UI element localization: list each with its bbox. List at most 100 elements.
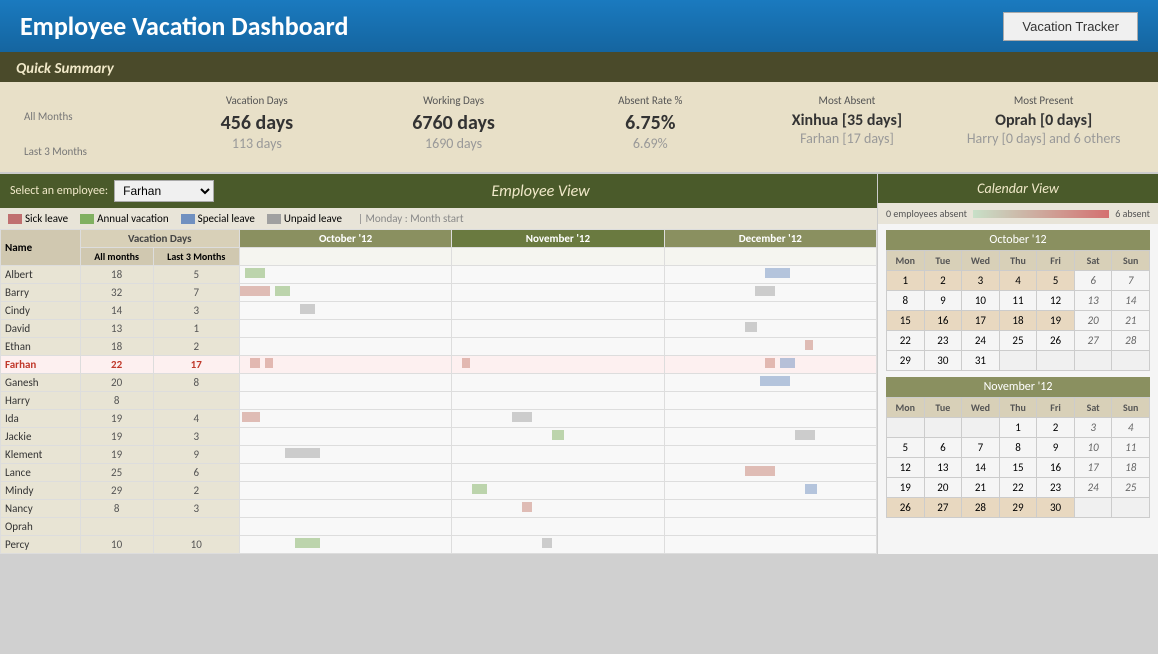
- cal-day: [1112, 498, 1150, 518]
- table-row: Lance256: [1, 464, 877, 482]
- table-row: Cindy143: [1, 302, 877, 320]
- vacation-bar: [760, 376, 790, 386]
- cal-day: 28: [1112, 331, 1150, 351]
- cal-day: 31: [962, 351, 1000, 371]
- cal-day: 29: [1000, 498, 1038, 518]
- cal-day: 29: [887, 351, 925, 371]
- bar-cell: [239, 266, 451, 284]
- cal-day: [887, 418, 925, 438]
- employee-name: Nancy: [1, 500, 81, 518]
- table-row: David131: [1, 320, 877, 338]
- all-months-most-present: Oprah [0 days]: [953, 111, 1134, 130]
- bar-cell: [664, 356, 876, 374]
- cal-header-cell: Sat: [1075, 251, 1113, 271]
- bar-cell: [452, 536, 664, 554]
- cal-day: 28: [962, 498, 1000, 518]
- summary-grid: All Months Last 3 Months Vacation Days 4…: [0, 82, 1158, 174]
- last3-value: [153, 392, 239, 410]
- cal-day: 13: [1075, 291, 1113, 311]
- table-row: Klement199: [1, 446, 877, 464]
- bar-cell: [452, 356, 664, 374]
- table-row: Ida194: [1, 410, 877, 428]
- bar-cell: [239, 320, 451, 338]
- bar-cell: [452, 464, 664, 482]
- vacation-bar: [745, 466, 775, 476]
- employee-select[interactable]: Farhan Albert Barry: [114, 180, 214, 202]
- bar-cell: [664, 302, 876, 320]
- vacation-bar: [795, 430, 815, 440]
- cal-day: 19: [887, 478, 925, 498]
- all-months-value: 32: [80, 284, 153, 302]
- working-days-header: Working Days: [363, 94, 544, 107]
- november-grid: MonTueWedThuFriSatSun1234567891011121314…: [886, 397, 1150, 518]
- cal-day: 10: [1075, 438, 1113, 458]
- bar-cell: [239, 302, 451, 320]
- most-absent-header: Most Absent: [757, 94, 938, 107]
- cal-day: 13: [925, 458, 963, 478]
- cal-day: [1075, 498, 1113, 518]
- bar-cell: [452, 338, 664, 356]
- employee-name: David: [1, 320, 81, 338]
- cal-day: 19: [1037, 311, 1075, 331]
- annual-vacation-color: [80, 214, 94, 224]
- november-calendar: November '12 MonTueWedThuFriSatSun123456…: [886, 377, 1150, 518]
- annual-vacation-legend: Annual vacation: [80, 212, 169, 225]
- cal-day: 18: [1000, 311, 1038, 331]
- table-row: Harry8: [1, 392, 877, 410]
- cal-day: 23: [925, 331, 963, 351]
- bar-cell: [452, 428, 664, 446]
- absence-bar-container: 0 employees absent 6 absent: [878, 203, 1158, 224]
- bar-cell: [452, 518, 664, 536]
- bar-cell: [452, 320, 664, 338]
- employee-name: Farhan: [1, 356, 81, 374]
- last3-value: 1: [153, 320, 239, 338]
- all-months-value: 19: [80, 446, 153, 464]
- all-months-value: 18: [80, 338, 153, 356]
- cal-day: 16: [925, 311, 963, 331]
- bar-cell: [239, 410, 451, 428]
- all-months-value: [80, 518, 153, 536]
- cal-day: 21: [962, 478, 1000, 498]
- th-nov-bar: [452, 248, 664, 266]
- th-dec-bar: [664, 248, 876, 266]
- vacation-bar: [765, 268, 790, 278]
- table-row: Albert185: [1, 266, 877, 284]
- last3-value: 4: [153, 410, 239, 428]
- all-months-value: 29: [80, 482, 153, 500]
- vacation-days-header: Vacation Days: [166, 94, 347, 107]
- cal-day: 12: [1037, 291, 1075, 311]
- cal-day: 20: [925, 478, 963, 498]
- cal-header-cell: Tue: [925, 251, 963, 271]
- most-present-col: Most Present Oprah [0 days] Harry [0 day…: [945, 90, 1142, 164]
- table-row: Nancy83: [1, 500, 877, 518]
- bar-cell: [239, 518, 451, 536]
- cal-day: 10: [962, 291, 1000, 311]
- cal-day: 22: [1000, 478, 1038, 498]
- last-3-months-label: Last 3 Months: [24, 143, 150, 160]
- vacation-bar: [245, 268, 265, 278]
- table-area[interactable]: Name Vacation Days October '12 November …: [0, 229, 877, 554]
- last3-most-absent: Farhan [17 days]: [757, 130, 938, 147]
- vacation-tracker-button[interactable]: Vacation Tracker: [1003, 12, 1138, 41]
- cal-header-cell: Mon: [887, 398, 925, 418]
- th-nov: November '12: [452, 230, 664, 248]
- all-months-value: 19: [80, 428, 153, 446]
- bar-cell: [664, 518, 876, 536]
- cal-day: 7: [962, 438, 1000, 458]
- special-leave-legend: Special leave: [181, 212, 255, 225]
- absence-bar-left: 0 employees absent: [886, 207, 967, 220]
- right-panel: Calendar View 0 employees absent 6 absen…: [878, 174, 1158, 554]
- cal-day: 18: [1112, 458, 1150, 478]
- cal-header-cell: Sun: [1112, 398, 1150, 418]
- last3-vacation: 113 days: [166, 135, 347, 152]
- vacation-bar: [552, 430, 564, 440]
- october-calendar: October '12 MonTueWedThuFriSatSun1234567…: [886, 230, 1150, 371]
- summary-labels-col: All Months Last 3 Months: [16, 90, 158, 164]
- bar-cell: [664, 392, 876, 410]
- all-months-value: 10: [80, 536, 153, 554]
- cal-header-cell: Wed: [962, 398, 1000, 418]
- quick-summary-title: Quick Summary: [0, 52, 1158, 82]
- cal-header-cell: Wed: [962, 251, 1000, 271]
- th-name: Name: [1, 230, 81, 266]
- bar-cell: [239, 338, 451, 356]
